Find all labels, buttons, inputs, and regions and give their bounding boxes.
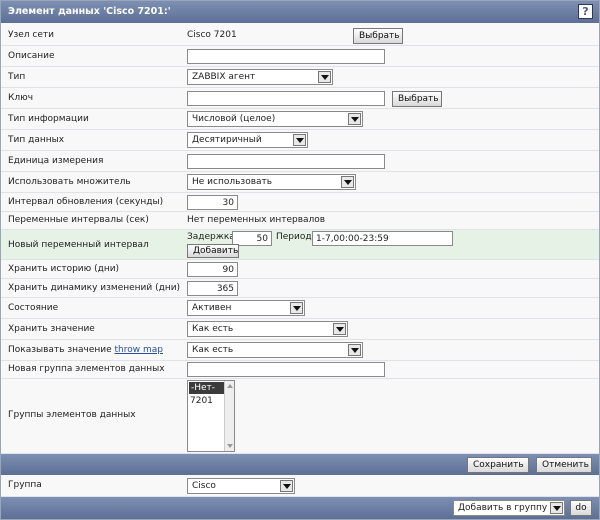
row-groups: Группы элементов данных <box>1 379 599 454</box>
period-input[interactable] <box>312 231 453 246</box>
units-input[interactable] <box>187 154 385 169</box>
delay-label: Задержка <box>187 232 235 242</box>
show-value-label: Показывать значение <box>8 345 112 355</box>
chevron-down-icon <box>341 176 354 188</box>
show-value-label-wrap: Показывать значение throw map <box>8 345 163 355</box>
scroll-up-icon <box>227 384 233 388</box>
groups-listbox[interactable]: -Нет- 7201 <box>187 380 235 452</box>
chevron-down-icon <box>550 502 563 514</box>
cancel-button[interactable]: Отменить <box>536 457 592 473</box>
host-value: Cisco 7201 <box>187 30 237 40</box>
row-multiplier: Использовать множитель Не использовать <box>1 172 599 193</box>
row-description: Описание <box>1 46 599 67</box>
group-select-value: Cisco <box>192 481 216 491</box>
new-group-input[interactable] <box>187 362 385 377</box>
history-input[interactable] <box>187 262 238 277</box>
row-interval: Интервал обновления (секунды) <box>1 193 599 212</box>
row-key: Ключ Выбрать <box>1 88 599 109</box>
multiplier-select[interactable]: Не использовать <box>187 174 356 190</box>
actions-bar: Сохранить Отменить <box>1 454 599 475</box>
units-label: Единица измерения <box>8 156 104 166</box>
info-type-select[interactable]: Числовой (целое) <box>187 111 363 127</box>
type-select[interactable]: ZABBIX агент <box>187 69 333 85</box>
key-select-button[interactable]: Выбрать <box>392 91 442 107</box>
row-units: Единица измерения <box>1 151 599 172</box>
row-info-type: Тип информации Числовой (целое) <box>1 109 599 130</box>
groups-label: Группы элементов данных <box>8 410 136 420</box>
form-title: Элемент данных 'Cisco 7201:' <box>8 6 171 17</box>
host-select-button[interactable]: Выбрать <box>353 28 403 44</box>
group-select[interactable]: Cisco <box>187 478 295 494</box>
footer-bar: Добавить в группу do <box>1 497 599 519</box>
store-value-label: Хранить значение <box>8 324 95 334</box>
host-label: Узел сети <box>8 30 54 40</box>
type-select-value: ZABBIX агент <box>192 72 256 82</box>
chevron-down-icon <box>333 323 346 335</box>
chevron-down-icon <box>348 344 361 356</box>
row-data-type: Тип данных Десятиричный <box>1 130 599 151</box>
help-icon[interactable]: ? <box>578 4 593 19</box>
key-label: Ключ <box>8 93 34 103</box>
row-store-value: Хранить значение Как есть <box>1 319 599 340</box>
group-label: Группа <box>8 480 42 490</box>
multiplier-label: Использовать множитель <box>8 177 131 187</box>
throw-map-link[interactable]: throw map <box>115 345 163 355</box>
row-flex-intervals: Переменные интервалы (сек) Нет переменны… <box>1 212 599 230</box>
chevron-down-icon <box>348 113 361 125</box>
form-title-bar: Элемент данных 'Cisco 7201:' ? <box>1 1 599 23</box>
flex-intervals-value: Нет переменных интервалов <box>187 215 326 225</box>
description-label: Описание <box>8 51 55 61</box>
status-select-value: Активен <box>192 303 232 313</box>
listbox-scrollbar[interactable] <box>224 381 234 451</box>
interval-label: Интервал обновления (секунды) <box>8 197 164 207</box>
row-new-group: Новая группа элементов данных <box>1 361 599 379</box>
trends-input[interactable] <box>187 281 238 296</box>
row-history: Хранить историю (дни) <box>1 260 599 279</box>
type-label: Тип <box>8 72 26 82</box>
item-form: Элемент данных 'Cisco 7201:' ? Узел сети… <box>0 0 600 520</box>
description-input[interactable] <box>187 49 385 64</box>
history-label: Хранить историю (дни) <box>8 264 120 274</box>
trends-label: Хранить динамику изменений (дни) <box>8 283 181 293</box>
row-show-value: Показывать значение throw map Как есть <box>1 340 599 361</box>
chevron-down-icon <box>290 302 303 314</box>
status-select[interactable]: Активен <box>187 300 305 316</box>
info-type-label: Тип информации <box>8 114 89 124</box>
new-group-label: Новая группа элементов данных <box>8 364 165 374</box>
flex-intervals-label: Переменные интервалы (сек) <box>8 215 149 225</box>
row-host: Узел сети Cisco 7201 Выбрать <box>1 25 599 46</box>
status-label: Состояние <box>8 303 59 313</box>
new-flex-label: Новый переменный интервал <box>8 240 149 250</box>
store-value-select[interactable]: Как есть <box>187 321 348 337</box>
period-label: Период <box>276 232 312 242</box>
row-trends: Хранить динамику изменений (дни) <box>1 279 599 298</box>
add-to-group-select[interactable]: Добавить в группу <box>453 500 565 516</box>
row-group: Группа Cisco <box>1 475 599 497</box>
scroll-down-icon <box>227 444 233 448</box>
add-to-group-value: Добавить в группу <box>458 503 548 513</box>
store-value-select-value: Как есть <box>192 324 234 334</box>
info-type-select-value: Числовой (целое) <box>192 114 276 124</box>
interval-input[interactable] <box>187 195 238 210</box>
do-button[interactable]: do <box>570 500 592 516</box>
row-new-flex-interval: Новый переменный интервал Задержка Перио… <box>1 230 599 260</box>
data-type-select[interactable]: Десятиричный <box>187 132 308 148</box>
row-type: Тип ZABBIX агент <box>1 67 599 88</box>
row-status: Состояние Активен <box>1 298 599 319</box>
data-type-select-value: Десятиричный <box>192 135 262 145</box>
key-input[interactable] <box>187 91 385 106</box>
data-type-label: Тип данных <box>8 135 65 145</box>
chevron-down-icon <box>293 134 306 146</box>
save-button[interactable]: Сохранить <box>467 457 529 473</box>
show-value-select[interactable]: Как есть <box>187 342 363 358</box>
chevron-down-icon <box>318 71 331 83</box>
show-value-select-value: Как есть <box>192 345 234 355</box>
add-flex-button[interactable]: Добавить <box>187 244 239 258</box>
multiplier-select-value: Не использовать <box>192 177 273 187</box>
chevron-down-icon <box>280 480 293 492</box>
